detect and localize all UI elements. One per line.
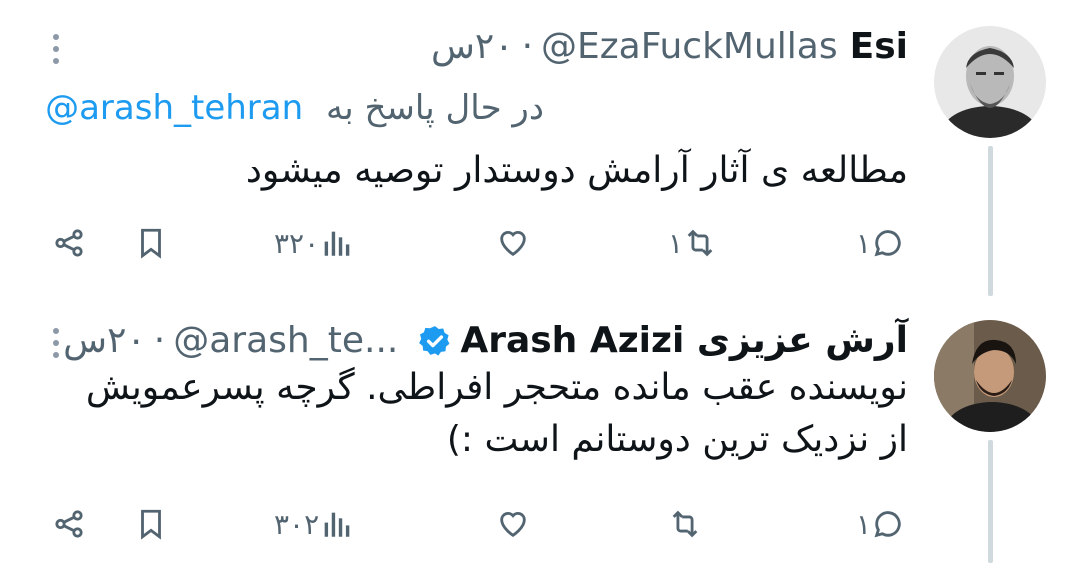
like-button[interactable] bbox=[496, 213, 536, 273]
tweet-header: Esi @EzaFuckMullas · ۲۰س bbox=[431, 25, 908, 69]
handle[interactable]: @arash_te... bbox=[173, 319, 398, 363]
like-icon bbox=[500, 231, 526, 257]
separator-dot: · bbox=[153, 320, 166, 361]
bookmark-button[interactable] bbox=[134, 213, 168, 273]
handle[interactable]: @EzaFuckMullas bbox=[541, 25, 838, 69]
replies-count: ۱ bbox=[856, 226, 872, 260]
views-button[interactable]: ۳۲۰ bbox=[268, 213, 353, 273]
timestamp[interactable]: ۲۰س bbox=[63, 319, 146, 363]
tweet-text: مطالعه ی آثار آرامش دوستدار توصیه میشود bbox=[245, 150, 908, 191]
more-icon[interactable] bbox=[46, 324, 66, 364]
views-count: ۳۲۰ bbox=[274, 226, 320, 260]
reply-icon bbox=[874, 230, 901, 257]
like-button[interactable] bbox=[496, 494, 536, 554]
display-name[interactable]: Esi bbox=[850, 25, 908, 69]
avatar[interactable] bbox=[934, 26, 1046, 138]
tweet-text: نویسنده عقب مانده متحجر افراطی. گرچه پسر… bbox=[85, 367, 908, 460]
views-button[interactable]: ۳۰۲ bbox=[268, 494, 353, 554]
reply-button[interactable]: ۱ bbox=[850, 494, 905, 554]
replying-to-label: در حال پاسخ به bbox=[325, 88, 544, 128]
share-button[interactable] bbox=[52, 213, 86, 273]
avatar[interactable] bbox=[934, 320, 1046, 432]
tweet[interactable]: Esi @EzaFuckMullas · ۲۰س در حال پاسخ به … bbox=[0, 0, 1080, 296]
replies-count: ۱ bbox=[856, 507, 872, 541]
retweet-button[interactable]: ۱ bbox=[662, 213, 717, 273]
action-bar: ۳۲۰ ۱ ۱ bbox=[0, 213, 1080, 273]
like-icon bbox=[500, 512, 526, 538]
views-count: ۳۰۲ bbox=[274, 507, 320, 541]
bookmark-icon bbox=[141, 509, 161, 540]
reply-button[interactable]: ۱ bbox=[850, 213, 905, 273]
reply-icon bbox=[874, 511, 901, 538]
retweets-count: ۱ bbox=[668, 226, 684, 260]
views-icon bbox=[324, 512, 350, 537]
avatar-young-man-image bbox=[934, 320, 1046, 432]
verified-badge-icon[interactable] bbox=[418, 324, 452, 358]
retweet-icon bbox=[672, 510, 698, 538]
share-icon bbox=[55, 229, 83, 257]
display-name[interactable]: آرش عزیزی Arash Azizi bbox=[460, 319, 908, 363]
separator-dot: · bbox=[521, 26, 534, 67]
timestamp[interactable]: ۲۰س bbox=[431, 25, 514, 69]
tweet[interactable]: آرش عزیزی Arash Azizi @arash_te... · ۲۰س… bbox=[0, 290, 1080, 563]
more-icon[interactable] bbox=[46, 30, 66, 70]
avatar-bearded-man-image bbox=[934, 26, 1046, 138]
retweet-icon bbox=[687, 229, 713, 257]
bookmark-button[interactable] bbox=[134, 494, 168, 554]
share-icon bbox=[55, 510, 83, 538]
views-icon bbox=[324, 231, 350, 256]
tweet-header: آرش عزیزی Arash Azizi @arash_te... · ۲۰س bbox=[63, 319, 908, 363]
replying-to-mention[interactable]: @arash_tehran bbox=[45, 88, 303, 128]
action-bar: ۳۰۲ ۱ bbox=[0, 494, 1080, 554]
replying-to: در حال پاسخ به @arash_tehran bbox=[45, 86, 544, 130]
share-button[interactable] bbox=[52, 494, 86, 554]
retweet-button[interactable] bbox=[662, 494, 702, 554]
bookmark-icon bbox=[141, 228, 161, 259]
